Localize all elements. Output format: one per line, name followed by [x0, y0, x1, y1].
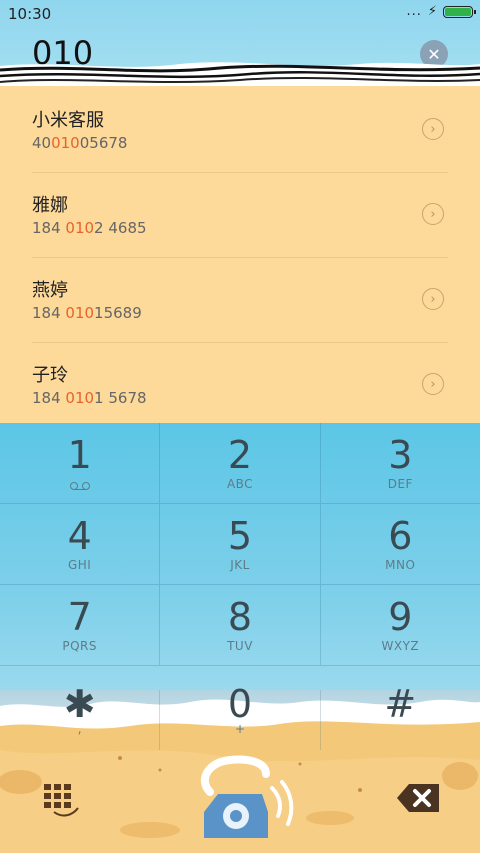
battery-icon	[443, 6, 476, 18]
dialpad-icon[interactable]	[42, 782, 82, 818]
contact-detail-chevron-icon[interactable]: ›	[422, 203, 444, 225]
charging-icon: ⚡	[427, 4, 437, 19]
contact-phone: 4001005678	[32, 134, 128, 152]
phone-call-icon[interactable]	[188, 752, 298, 842]
contact-name: 雅娜	[32, 195, 68, 216]
contact-item[interactable]: 子玲 184 0101 5678 ›	[32, 343, 448, 427]
contact-name: 子玲	[32, 365, 68, 386]
key-0[interactable]: 0 +	[160, 684, 321, 750]
key-star[interactable]: ✱ ,	[0, 684, 161, 750]
wave-decoration	[0, 62, 480, 90]
key-3[interactable]: 3 DEF	[321, 423, 480, 503]
contact-item[interactable]: 燕婷 184 01015689 ›	[32, 258, 448, 343]
key-7[interactable]: 7 PQRS	[0, 585, 161, 665]
contact-item[interactable]: 雅娜 184 0102 4685 ›	[32, 173, 448, 258]
contact-detail-chevron-icon[interactable]: ›	[422, 288, 444, 310]
contact-phone: 184 01015689	[32, 304, 142, 322]
status-time: 10:30	[8, 5, 52, 23]
contact-phone: 184 0101 5678	[32, 389, 147, 407]
status-icons: ... ⚡	[406, 4, 476, 19]
key-6[interactable]: 6 MNO	[321, 504, 480, 584]
contact-suggestion-list: 小米客服 4001005678 › 雅娜 184 0102 4685 › 燕婷 …	[0, 88, 480, 423]
key-1[interactable]: 1	[0, 423, 161, 503]
key-hash[interactable]: #	[321, 684, 480, 750]
contact-detail-chevron-icon[interactable]: ›	[422, 373, 444, 395]
voicemail-icon	[69, 482, 90, 490]
key-5[interactable]: 5 JKL	[160, 504, 321, 584]
notification-dots-icon: ...	[406, 4, 422, 19]
contact-name: 燕婷	[32, 280, 68, 301]
keypad-bottom-row: ✱ , 0 + #	[0, 684, 480, 750]
key-4[interactable]: 4 GHI	[0, 504, 161, 584]
key-9[interactable]: 9 WXYZ	[321, 585, 480, 665]
key-2[interactable]: 2 ABC	[160, 423, 321, 503]
contact-detail-chevron-icon[interactable]: ›	[422, 118, 444, 140]
backspace-icon[interactable]	[395, 780, 443, 816]
contact-phone: 184 0102 4685	[32, 219, 147, 237]
contact-name: 小米客服	[32, 110, 104, 131]
key-8[interactable]: 8 TUV	[160, 585, 321, 665]
header-area: 10:30 ... ⚡ 010 ✕	[0, 0, 480, 90]
contact-item[interactable]: 小米客服 4001005678 ›	[32, 88, 448, 173]
